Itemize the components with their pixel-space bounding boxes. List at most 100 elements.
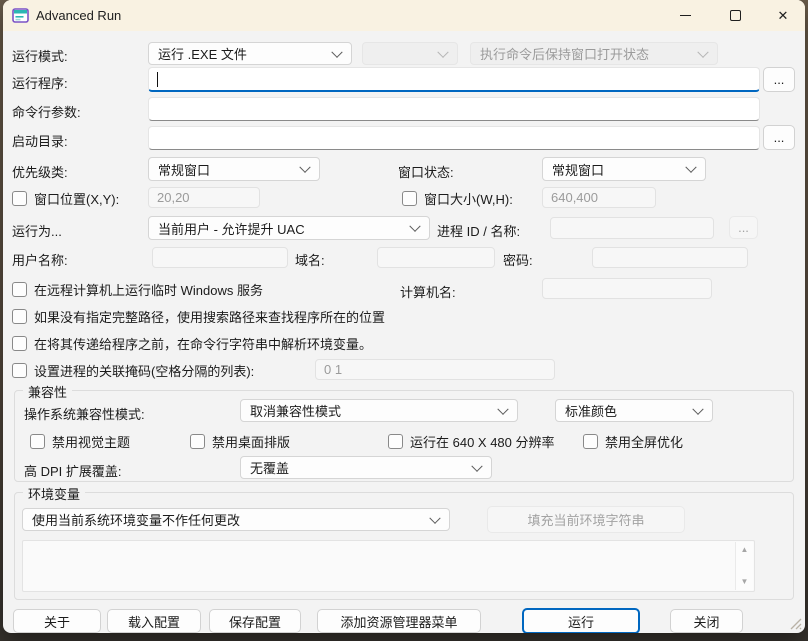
checkbox-icon <box>12 363 27 378</box>
remote-service-label: 在远程计算机上运行临时 Windows 服务 <box>34 280 263 299</box>
save-config-button[interactable]: 保存配置 <box>209 609 301 633</box>
cmd-args-input[interactable] <box>148 97 760 121</box>
close-button[interactable]: ✕ <box>760 0 805 31</box>
priority-value: 常规窗口 <box>158 160 210 179</box>
program-label: 运行程序: <box>12 73 68 92</box>
dpi-override-select[interactable]: 无覆盖 <box>240 456 492 479</box>
advanced-run-window: Advanced Run ✕ 运行模式: 运行 .EXE 文件 执行命令后保持窗… <box>3 0 805 633</box>
checkbox-icon <box>388 434 403 449</box>
domain-input <box>377 247 495 268</box>
program-input[interactable] <box>148 67 760 92</box>
app-icon <box>12 7 29 24</box>
run-button[interactable]: 运行 <box>522 608 640 633</box>
parse-env-label: 在将其传递给程序之前，在命令行字符串中解析环境变量。 <box>34 334 372 353</box>
maximize-button[interactable] <box>712 0 758 31</box>
chevron-down-icon <box>299 162 310 173</box>
chevron-down-icon <box>497 403 508 414</box>
window-pos-checkbox[interactable]: 窗口位置(X,Y): <box>12 189 119 208</box>
search-path-checkbox[interactable]: 如果没有指定完整路径，使用搜索路径来查找程序所在的位置 <box>12 307 385 326</box>
close-dialog-button[interactable]: 关闭 <box>670 609 743 633</box>
disable-fullscreen-opt-checkbox[interactable]: 禁用全屏优化 <box>583 432 683 451</box>
chevron-down-icon <box>692 403 703 414</box>
checkbox-icon <box>12 309 27 324</box>
window-pos-input: 20,20 <box>148 187 260 208</box>
chevron-down-icon <box>685 162 696 173</box>
scroll-down-icon[interactable]: ▼ <box>741 574 749 590</box>
affinity-label: 设置进程的关联掩码(空格分隔的列表): <box>34 361 254 380</box>
affinity-checkbox[interactable]: 设置进程的关联掩码(空格分隔的列表): <box>12 361 254 380</box>
run-as-select[interactable]: 当前用户 - 允许提升 UAC <box>148 216 430 240</box>
close-icon: ✕ <box>778 8 789 24</box>
affinity-input: 0 1 <box>315 359 555 380</box>
user-name-label: 用户名称: <box>12 250 68 269</box>
disable-themes-label: 禁用视觉主题 <box>52 432 130 451</box>
password-input <box>592 247 748 268</box>
resize-grip[interactable] <box>789 617 802 630</box>
add-explorer-menu-button[interactable]: 添加资源管理器菜单 <box>317 609 481 633</box>
process-id-label: 进程 ID / 名称: <box>437 221 520 240</box>
env-mode-select[interactable]: 使用当前系统环境变量不作任何更改 <box>22 508 450 531</box>
user-name-input <box>152 247 288 268</box>
priority-select[interactable]: 常规窗口 <box>148 157 320 181</box>
titlebar[interactable]: Advanced Run ✕ <box>3 0 805 31</box>
fill-env-button: 填充当前环境字符串 <box>487 506 685 533</box>
window-size-input: 640,400 <box>542 187 656 208</box>
os-compat-select[interactable]: 取消兼容性模式 <box>240 399 518 422</box>
env-text-area[interactable]: ▲ ▼ <box>22 540 755 592</box>
keep-window-open-select: 执行命令后保持窗口打开状态 <box>470 42 718 65</box>
window-title: Advanced Run <box>36 8 121 23</box>
maximize-icon <box>730 10 741 21</box>
text-caret <box>157 72 158 87</box>
scroll-up-icon[interactable]: ▲ <box>741 542 749 558</box>
checkbox-icon <box>190 434 205 449</box>
computer-name-input <box>542 278 712 299</box>
chevron-down-icon <box>409 221 420 232</box>
run-640-checkbox[interactable]: 运行在 640 X 480 分辨率 <box>388 432 555 451</box>
checkbox-icon <box>402 191 417 206</box>
checkbox-icon <box>12 336 27 351</box>
chevron-down-icon <box>471 460 482 471</box>
compatibility-group-title: 兼容性 <box>23 382 72 401</box>
minimize-icon <box>680 15 691 16</box>
disable-themes-checkbox[interactable]: 禁用视觉主题 <box>30 432 130 451</box>
program-browse-button[interactable]: ... <box>763 67 795 92</box>
remote-service-checkbox[interactable]: 在远程计算机上运行临时 Windows 服务 <box>12 280 263 299</box>
checkbox-icon <box>12 282 27 297</box>
environment-group-title: 环境变量 <box>23 484 85 503</box>
os-compat-label: 操作系统兼容性模式: <box>24 404 145 423</box>
disable-composition-checkbox[interactable]: 禁用桌面排版 <box>190 432 290 451</box>
parse-env-checkbox[interactable]: 在将其传递给程序之前，在命令行字符串中解析环境变量。 <box>12 334 372 353</box>
run-as-value: 当前用户 - 允许提升 UAC <box>158 219 305 238</box>
run-mode-select[interactable]: 运行 .EXE 文件 <box>148 42 352 65</box>
start-dir-input[interactable] <box>148 126 760 150</box>
env-scrollbar[interactable]: ▲ ▼ <box>735 542 753 590</box>
window-size-label: 窗口大小(W,H): <box>424 189 513 208</box>
env-mode-value: 使用当前系统环境变量不作任何更改 <box>32 510 240 529</box>
about-button[interactable]: 关于 <box>13 609 101 633</box>
dpi-override-value: 无覆盖 <box>250 458 289 477</box>
run-mode-value: 运行 .EXE 文件 <box>158 44 247 63</box>
run-640-label: 运行在 640 X 480 分辨率 <box>410 432 555 451</box>
start-dir-browse-button[interactable]: ... <box>763 125 795 150</box>
window-pos-label: 窗口位置(X,Y): <box>34 189 119 208</box>
run-as-label: 运行为... <box>12 221 62 240</box>
chevron-down-icon <box>331 46 342 57</box>
checkbox-icon <box>30 434 45 449</box>
chevron-down-icon <box>429 512 440 523</box>
window-size-checkbox[interactable]: 窗口大小(W,H): <box>402 189 513 208</box>
minimize-button[interactable] <box>662 0 708 31</box>
window-state-value: 常规窗口 <box>552 160 604 179</box>
window-state-select[interactable]: 常规窗口 <box>542 157 706 181</box>
color-mode-select[interactable]: 标准颜色 <box>555 399 713 422</box>
dpi-override-label: 高 DPI 扩展覆盖: <box>24 461 122 480</box>
run-mode-label: 运行模式: <box>12 46 68 65</box>
window-pos-value: 20,20 <box>157 190 190 205</box>
window-size-value: 640,400 <box>551 190 598 205</box>
run-mode-sub-select <box>362 42 458 65</box>
process-id-browse-button: ... <box>729 216 758 239</box>
cmd-args-label: 命令行参数: <box>12 102 81 121</box>
os-compat-value: 取消兼容性模式 <box>250 401 341 420</box>
disable-composition-label: 禁用桌面排版 <box>212 432 290 451</box>
load-config-button[interactable]: 载入配置 <box>107 609 201 633</box>
process-id-input <box>550 217 714 239</box>
